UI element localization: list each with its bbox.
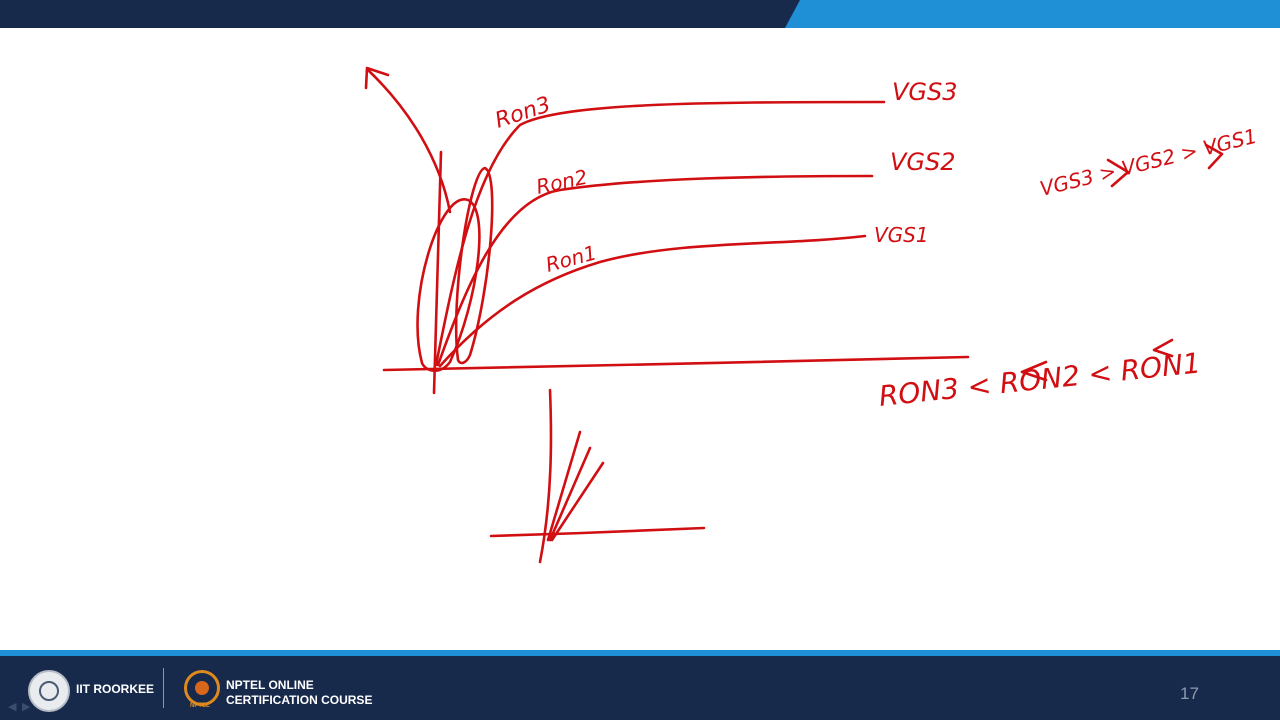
- curve-ron1: [438, 234, 867, 368]
- curve-ron2: [436, 174, 874, 367]
- footer-divider: [163, 668, 164, 708]
- next-slide-icon[interactable]: ▶: [22, 700, 30, 713]
- inset-x-axis: [489, 526, 706, 538]
- nptel-logo-label: NPTEL: [190, 703, 210, 709]
- prev-slide-icon[interactable]: ◀: [8, 700, 16, 713]
- label-vgs1: VGS1: [874, 223, 929, 247]
- vgs-relation: VGS3 > VGS2 > VGS1: [1037, 124, 1259, 201]
- course-title-line1: NPTEL ONLINE: [226, 678, 314, 692]
- ron-relation: RON3 < RON2 < RON1: [877, 346, 1202, 413]
- handwritten-ink-layer: Ron3 Ron2 Ron1 VGS3 VGS2 VGS1 VGS3 > VGS…: [364, 66, 1259, 564]
- institute-name: IIT ROORKEE: [76, 682, 155, 696]
- footer-bar: IIT ROORKEE NPTEL NPTEL ONLINE CERTIFICA…: [0, 650, 1280, 720]
- label-ron2: Ron2: [534, 165, 589, 199]
- curve-ron3: [434, 100, 886, 367]
- arrow-stroke: [366, 68, 452, 214]
- label-vgs2: VGS2: [890, 148, 956, 176]
- page-number: 17: [1180, 684, 1199, 703]
- label-ron3: Ron3: [492, 92, 554, 133]
- x-axis-main: [382, 355, 970, 372]
- course-title-line2: CERTIFICATION COURSE: [226, 693, 373, 707]
- nptel-logo-icon: [184, 670, 220, 706]
- iit-roorkee-logo-icon: [28, 670, 70, 712]
- label-vgs3: VGS3: [892, 78, 958, 106]
